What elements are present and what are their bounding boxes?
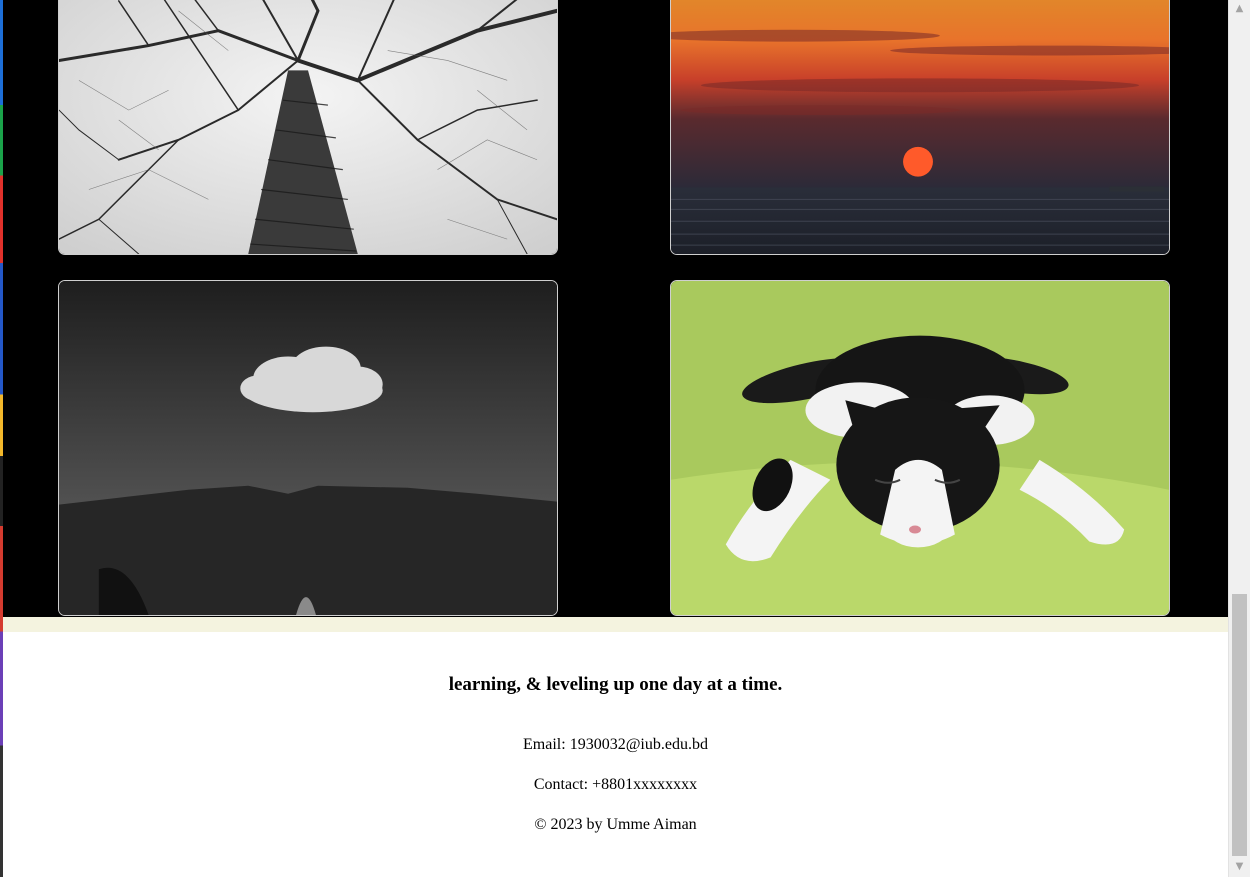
arrow-down-icon[interactable]: ▼ [1229, 858, 1250, 875]
footer: learning, & leveling up one day at a tim… [3, 632, 1228, 877]
scrollbar-thumb[interactable] [1232, 594, 1247, 856]
cloud-photo [59, 281, 557, 615]
gallery-image-cloud[interactable] [58, 280, 558, 616]
arrow-up-icon[interactable]: ▲ [1229, 0, 1250, 17]
footer-email: Email: 1930032@iub.edu.bd [523, 736, 708, 753]
footer-contact: Contact: +8801xxxxxxxx [533, 776, 698, 793]
footer-tagline: learning, & leveling up one day at a tim… [448, 674, 783, 695]
gallery-image-kitten[interactable] [670, 280, 1170, 616]
footer-copyright: © 2023 by Umme Aiman [534, 816, 697, 833]
section-divider-band [3, 617, 1228, 632]
sunset-photo [671, 0, 1169, 254]
tree-photo [59, 0, 557, 254]
gallery-image-tree[interactable] [58, 0, 558, 255]
kitten-photo [671, 281, 1169, 615]
image-gallery [3, 0, 1228, 617]
gallery-image-sunset[interactable] [670, 0, 1170, 255]
vertical-scrollbar[interactable]: ▲ ▼ [1228, 0, 1250, 877]
